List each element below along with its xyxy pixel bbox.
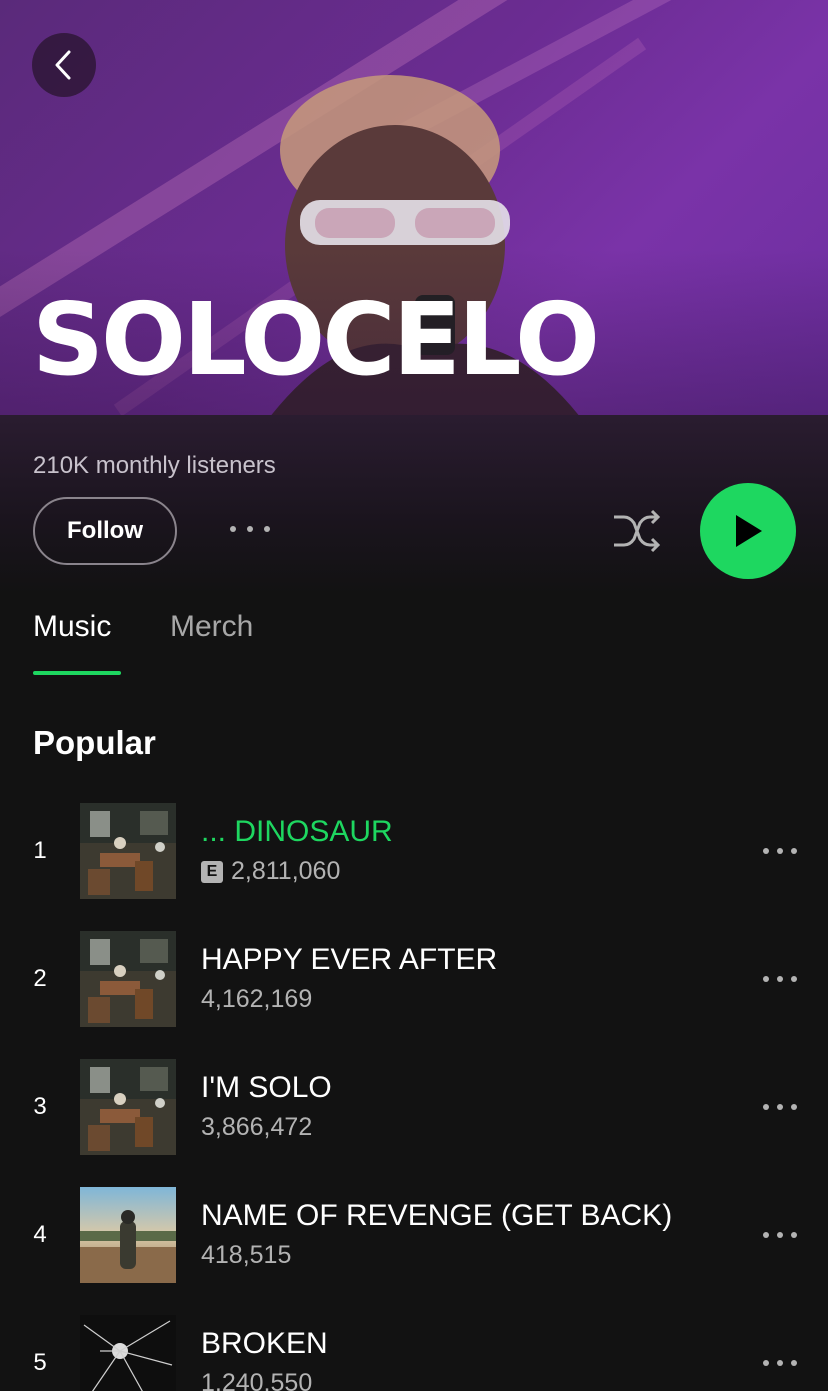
- track-plays-row: 1,240,550: [201, 1369, 312, 1391]
- more-icon[interactable]: [762, 1353, 798, 1373]
- track-row[interactable]: 3 I'M SOLO 3,866,472: [0, 1059, 828, 1155]
- track-row[interactable]: 5 BROKEN 1,240,550: [0, 1315, 828, 1391]
- track-play-count: 3,866,472: [201, 1113, 313, 1141]
- monthly-listeners: 210K monthly listeners: [33, 452, 276, 479]
- play-button[interactable]: [700, 483, 796, 579]
- track-rank: 3: [33, 1093, 47, 1120]
- track-plays-row: 4,162,169: [201, 985, 312, 1014]
- track-plays-row: 418,515: [201, 1241, 291, 1270]
- more-icon[interactable]: [228, 517, 272, 541]
- track-row[interactable]: 4 NAME OF REVENGE (GET BACK) 418,515: [0, 1187, 828, 1283]
- track-title: BROKEN: [201, 1327, 328, 1360]
- track-rank: 2: [33, 965, 47, 992]
- tab-merch[interactable]: Merch: [170, 610, 253, 644]
- track-play-count: 2,811,060: [231, 857, 341, 885]
- track-play-count: 1,240,550: [201, 1369, 313, 1391]
- chevron-left-icon: [55, 50, 71, 80]
- tab-music[interactable]: Music: [33, 610, 111, 644]
- track-title: NAME OF REVENGE (GET BACK): [201, 1199, 673, 1232]
- more-icon[interactable]: [762, 1225, 798, 1245]
- active-tab-indicator: [33, 671, 121, 675]
- track-title: I'M SOLO: [201, 1071, 332, 1104]
- artist-name: SOLOCELO: [32, 281, 600, 398]
- back-button[interactable]: [32, 33, 96, 97]
- track-plays-row: E 2,811,060: [201, 857, 340, 886]
- more-icon[interactable]: [762, 969, 798, 989]
- track-plays-row: 3,866,472: [201, 1113, 312, 1142]
- album-art: [80, 1187, 176, 1283]
- track-title: ... DINOSAUR: [201, 815, 393, 848]
- explicit-badge: E: [201, 860, 223, 883]
- track-row[interactable]: 1 ... DINOSAUR E 2,811,060: [0, 803, 828, 899]
- shuffle-icon[interactable]: [610, 507, 662, 555]
- section-title-popular: Popular: [33, 724, 156, 761]
- track-play-count: 418,515: [201, 1241, 292, 1269]
- album-art: [80, 1315, 176, 1391]
- more-icon[interactable]: [762, 1097, 798, 1117]
- album-art: [80, 803, 176, 899]
- track-rank: 5: [33, 1349, 47, 1376]
- more-icon[interactable]: [762, 841, 798, 861]
- track-play-count: 4,162,169: [201, 985, 313, 1013]
- track-row[interactable]: 2 HAPPY EVER AFTER 4,162,169: [0, 931, 828, 1027]
- play-icon: [736, 515, 762, 547]
- track-rank: 4: [33, 1221, 47, 1248]
- album-art: [80, 1059, 176, 1155]
- follow-button[interactable]: Follow: [33, 497, 177, 565]
- album-art: [80, 931, 176, 1027]
- track-rank: 1: [33, 837, 47, 864]
- track-title: HAPPY EVER AFTER: [201, 943, 498, 976]
